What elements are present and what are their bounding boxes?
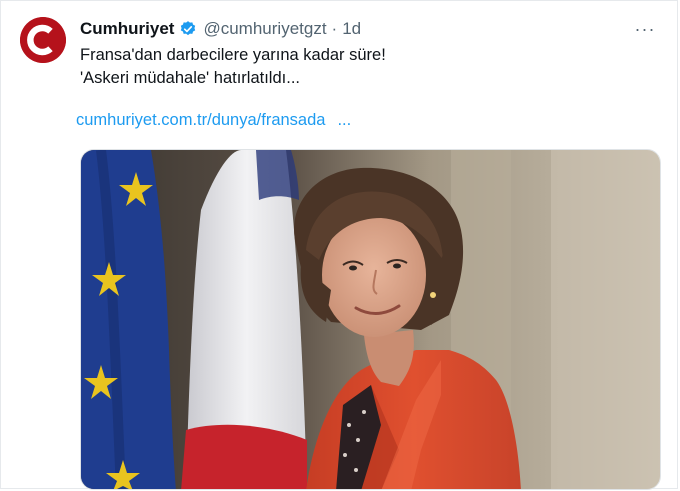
- tweet-text-line-2: 'Askeri müdahale' hatırlatıldı...: [80, 69, 300, 87]
- article-link-ellipsis[interactable]: ...: [337, 111, 351, 129]
- tweet-timestamp[interactable]: 1d: [342, 19, 361, 39]
- verified-badge-icon: [179, 20, 197, 38]
- avatar[interactable]: [20, 17, 66, 63]
- tweet-text: Fransa'dan darbecilere yarına kadar süre…: [80, 44, 386, 90]
- tweet-card[interactable]: Cumhuriyet @cumhuriyetgzt · 1d ··· Frans…: [0, 0, 678, 490]
- more-options-icon[interactable]: ···: [633, 17, 657, 41]
- cumhuriyet-logo-icon: [20, 17, 66, 63]
- tweet-media-photo[interactable]: [80, 149, 661, 490]
- separator-dot: ·: [331, 19, 338, 38]
- tweet-header: Cumhuriyet @cumhuriyetgzt · 1d: [80, 17, 361, 41]
- photo-woman-red-jacket: [81, 150, 660, 489]
- author-name[interactable]: Cumhuriyet: [80, 19, 174, 39]
- article-link-text[interactable]: cumhuriyet.com.tr/dunya/fransada: [76, 111, 325, 129]
- tweet-text-line-1: Fransa'dan darbecilere yarına kadar süre…: [80, 46, 386, 64]
- article-link[interactable]: cumhuriyet.com.tr/dunya/fransada...: [76, 111, 351, 130]
- author-handle[interactable]: @cumhuriyetgzt: [203, 19, 326, 39]
